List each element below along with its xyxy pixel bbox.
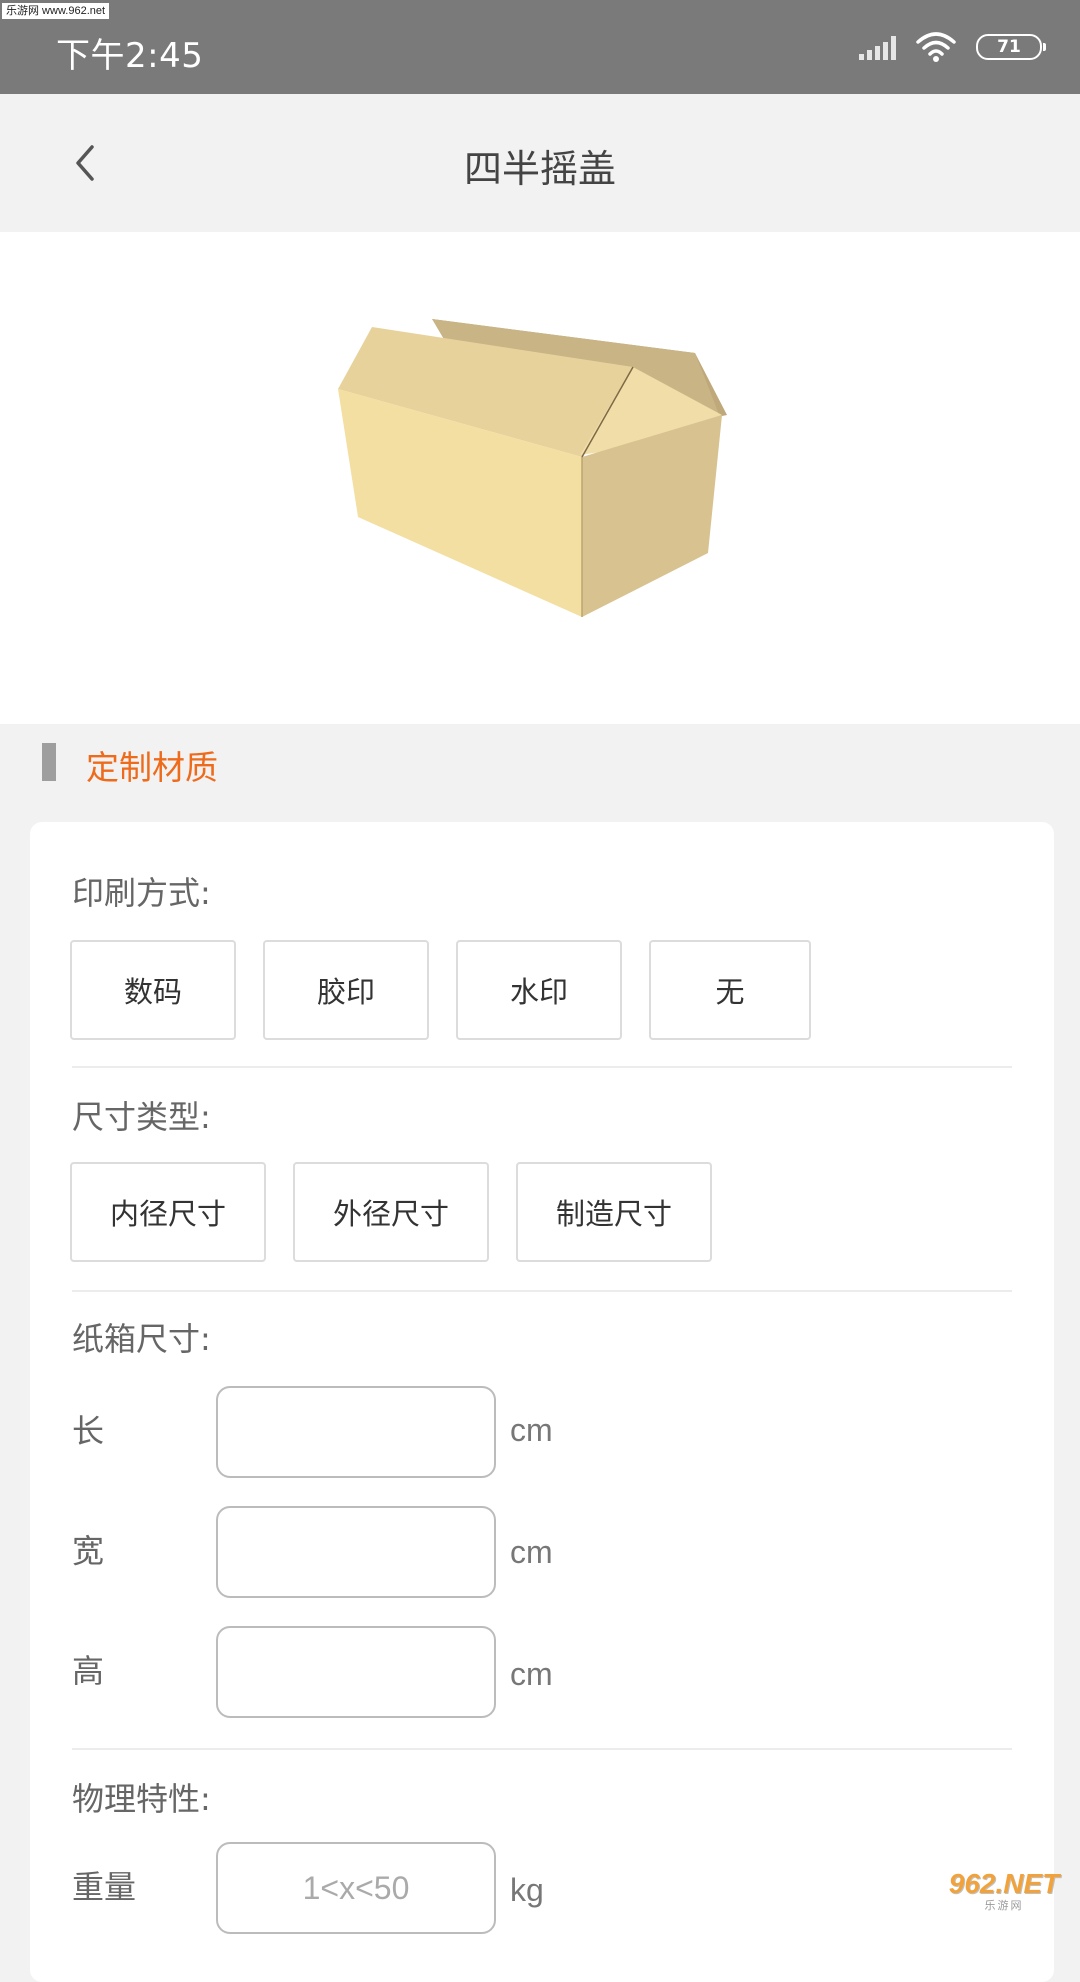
status-time: 下午2:45	[56, 36, 204, 76]
size-option-inner[interactable]: 内径尺寸	[70, 1162, 266, 1262]
length-input[interactable]	[216, 1386, 496, 1478]
logo-text: 962.NET	[948, 1868, 1060, 1899]
width-input[interactable]	[216, 1506, 496, 1598]
height-unit: cm	[510, 1656, 553, 1692]
print-method-label: 印刷方式:	[72, 874, 211, 912]
size-type-label: 尺寸类型:	[72, 1098, 211, 1136]
divider	[72, 1066, 1012, 1068]
print-option-watermark[interactable]: 水印	[456, 940, 622, 1040]
weight-label: 重量	[72, 1868, 137, 1906]
print-option-digital[interactable]: 数码	[70, 940, 236, 1040]
watermark: 乐游网 www.962.net	[2, 3, 110, 19]
page-title: 四半摇盖	[463, 147, 616, 191]
battery-icon: 71	[976, 34, 1046, 60]
customization-card: 印刷方式: 数码 胶印 水印 无 尺寸类型: 内径尺寸 外径尺寸 制造尺寸 纸箱…	[30, 822, 1054, 1982]
print-option-none[interactable]: 无	[649, 940, 811, 1040]
cardboard-box-illustration	[338, 319, 727, 617]
logo-subtext: 乐游网	[984, 1900, 1024, 1912]
weight-input[interactable]	[216, 1842, 496, 1934]
status-icons: 71	[859, 32, 1046, 62]
section-title: 定制材质	[86, 748, 218, 787]
signal-icon	[859, 34, 896, 60]
width-label: 宽	[72, 1532, 105, 1570]
length-label: 长	[72, 1412, 105, 1450]
length-unit: cm	[510, 1412, 553, 1448]
weight-unit: kg	[510, 1872, 544, 1908]
site-logo: 962.NET 乐游网	[936, 1870, 1072, 1914]
divider	[72, 1748, 1012, 1750]
nav-bar: 四半摇盖	[0, 94, 1080, 232]
hero-section	[0, 232, 1080, 724]
size-option-manufacture[interactable]: 制造尺寸	[516, 1162, 712, 1262]
height-input[interactable]	[216, 1626, 496, 1718]
wifi-icon	[916, 32, 956, 62]
section-header: 定制材质	[0, 724, 1080, 824]
width-unit: cm	[510, 1534, 553, 1570]
height-label: 高	[72, 1652, 105, 1690]
divider	[72, 1290, 1012, 1292]
print-option-offset[interactable]: 胶印	[263, 940, 429, 1040]
box-size-label: 纸箱尺寸:	[72, 1320, 211, 1358]
section-marker	[42, 743, 56, 781]
physical-label: 物理特性:	[72, 1780, 211, 1818]
size-option-outer[interactable]: 外径尺寸	[293, 1162, 489, 1262]
status-bar: 乐游网 www.962.net 下午2:45 71	[0, 0, 1080, 94]
